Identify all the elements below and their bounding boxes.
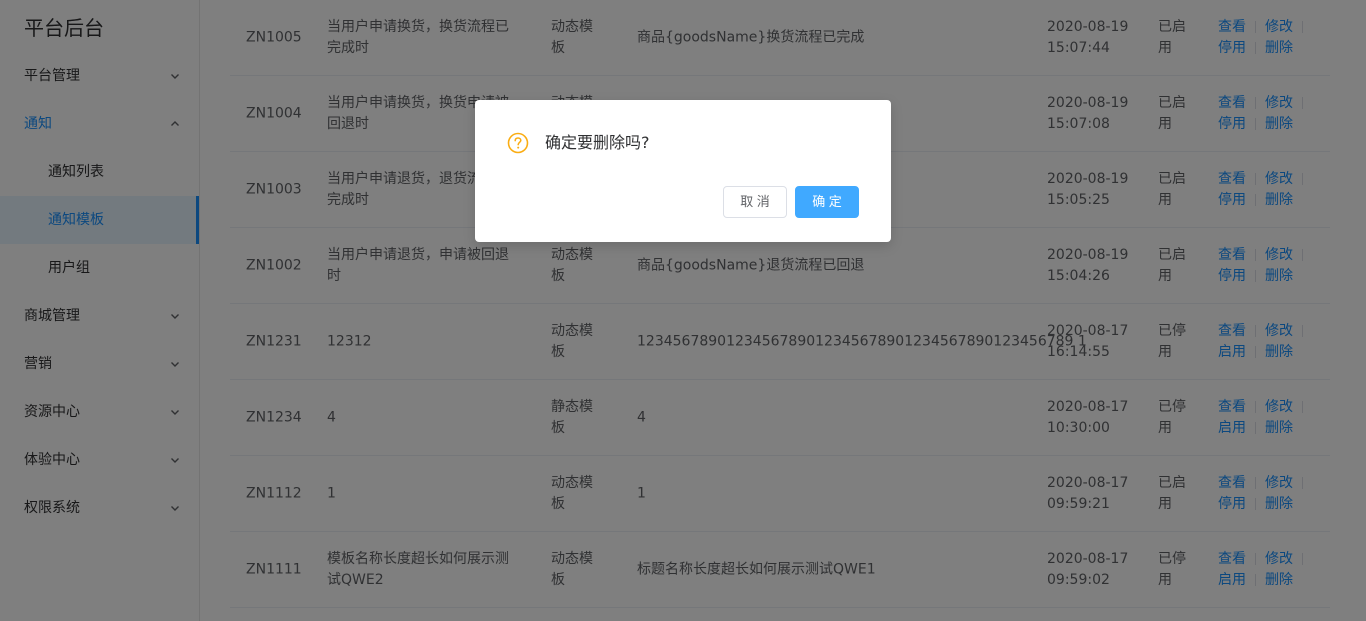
confirm-dialog: 确定要删除吗? 取 消 确 定 [475,100,891,242]
cancel-button[interactable]: 取 消 [723,186,787,218]
confirm-button[interactable]: 确 定 [795,186,859,218]
question-circle-icon [507,132,529,154]
confirm-message: 确定要删除吗? [545,133,650,152]
modal-mask[interactable] [0,0,1366,621]
